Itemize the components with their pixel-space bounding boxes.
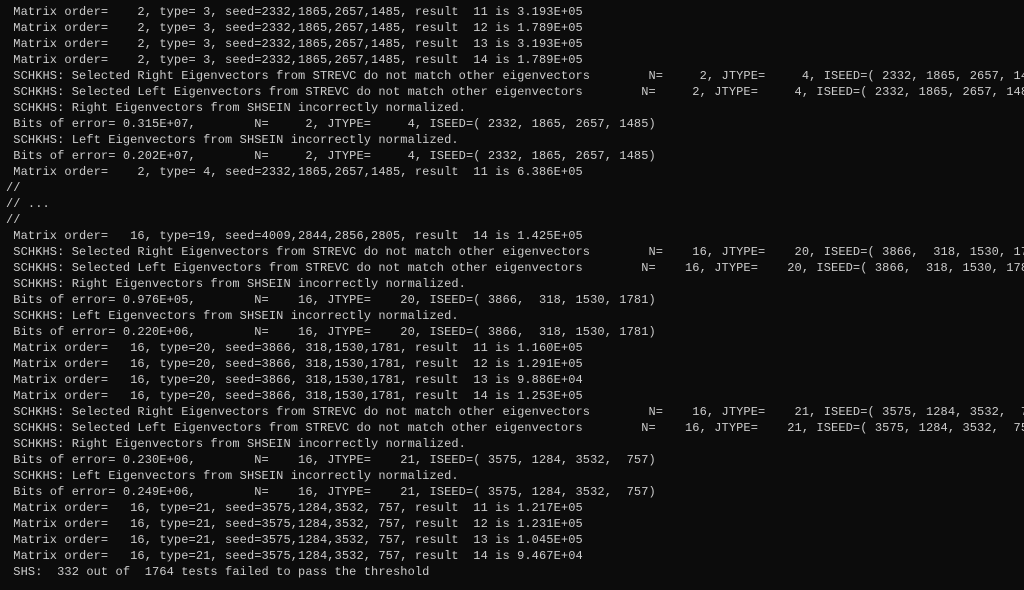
terminal-output: Matrix order= 2, type= 3, seed=2332,1865… xyxy=(0,0,1024,584)
